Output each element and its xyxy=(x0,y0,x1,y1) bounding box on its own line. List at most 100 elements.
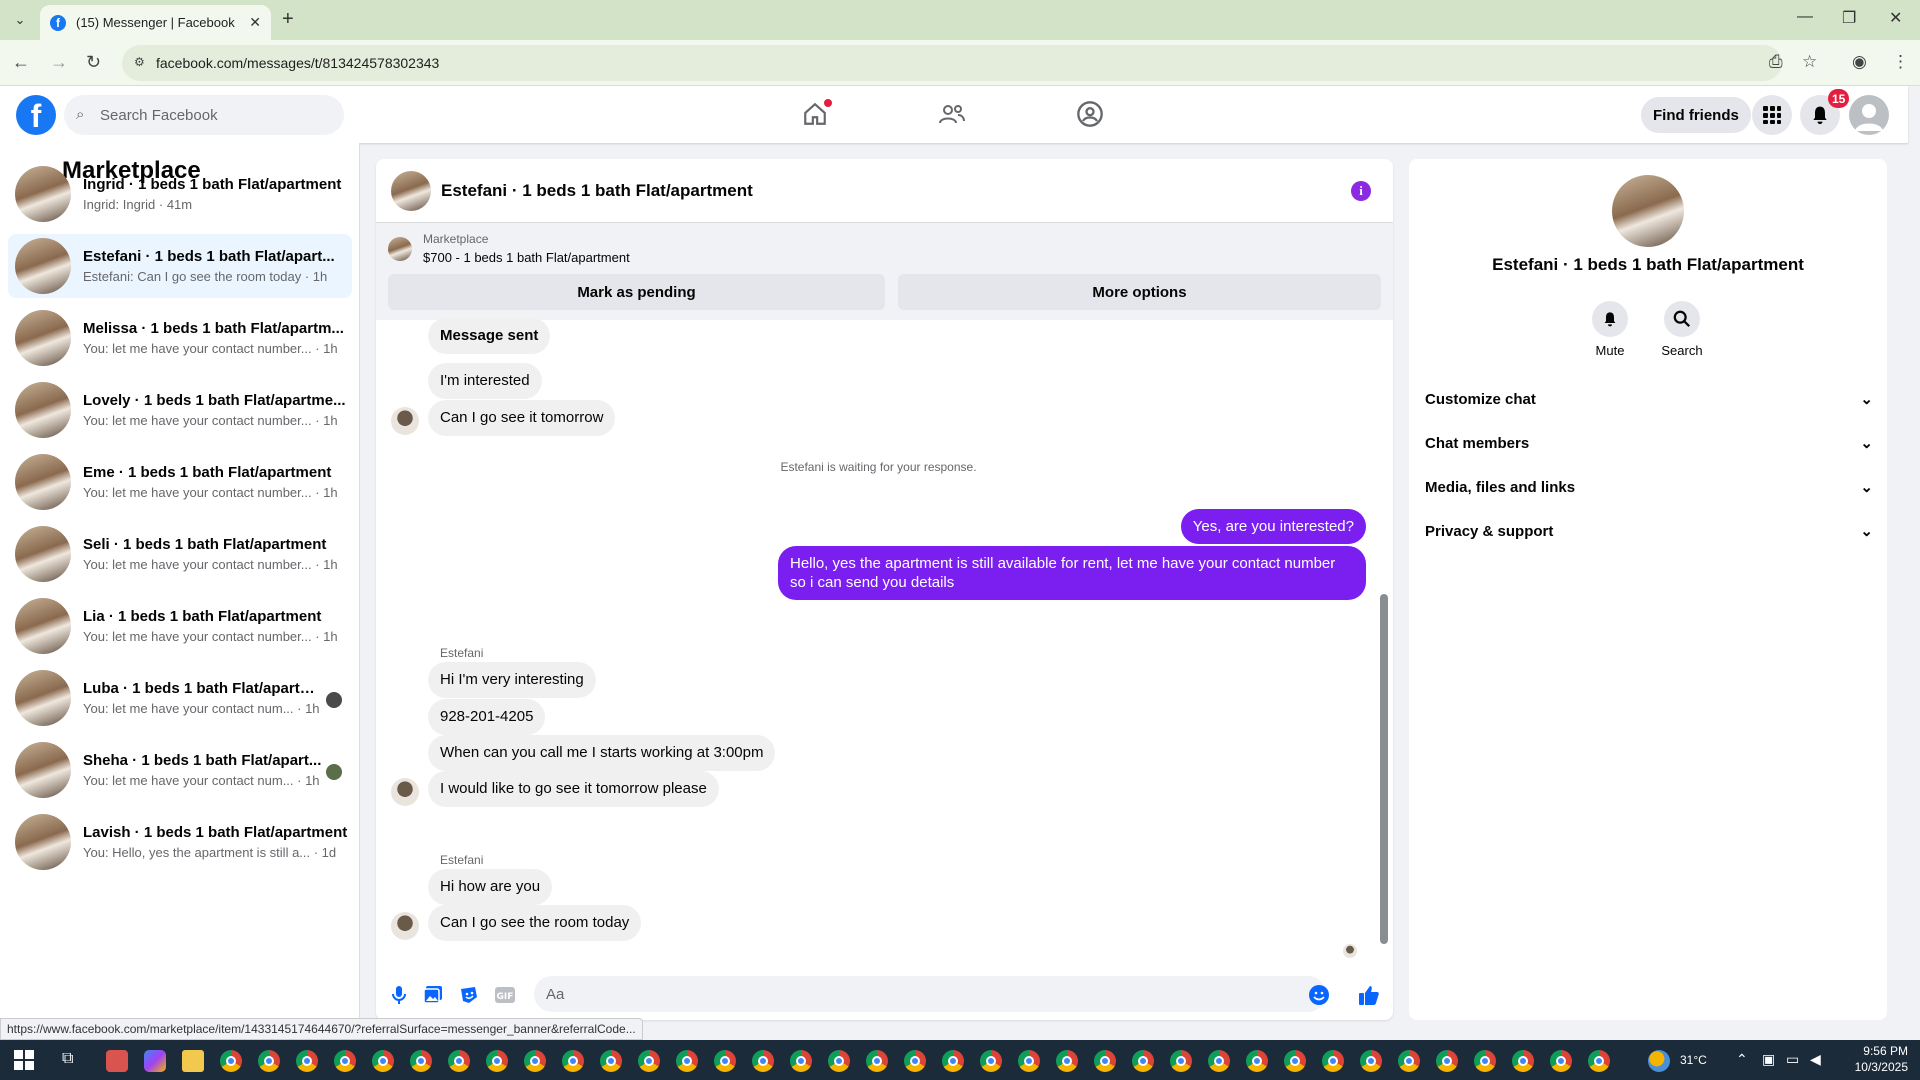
conversation-item[interactable]: Seli · 1 beds 1 bath Flat/apartment You: … xyxy=(8,522,352,586)
chrome-icon[interactable] xyxy=(1588,1050,1610,1072)
restore-icon[interactable]: ❐ xyxy=(1842,8,1856,28)
search-conversation-button[interactable]: Search xyxy=(1652,301,1712,358)
sticker-icon[interactable] xyxy=(458,984,480,1006)
chrome-icon[interactable] xyxy=(1512,1050,1534,1072)
copilot-icon[interactable] xyxy=(144,1050,166,1072)
tray-chevron-up-icon[interactable]: ⌃ xyxy=(1736,1051,1748,1068)
conversation-item[interactable]: Lovely · 1 beds 1 bath Flat/apartme... Yo… xyxy=(8,378,352,442)
task-view-icon[interactable]: ⧉ xyxy=(62,1050,84,1072)
taskbar-time[interactable]: 9:56 PM xyxy=(1842,1044,1908,1058)
chrome-icon[interactable] xyxy=(904,1050,926,1072)
conversation-item[interactable]: Lia · 1 beds 1 bath Flat/apartment You: l… xyxy=(8,594,352,658)
chrome-icon[interactable] xyxy=(752,1050,774,1072)
find-friends-button[interactable]: Find friends xyxy=(1641,97,1751,133)
chrome-icon[interactable] xyxy=(1094,1050,1116,1072)
chrome-icon[interactable] xyxy=(1360,1050,1382,1072)
chat-scrollbar[interactable] xyxy=(1380,594,1388,944)
chrome-icon[interactable] xyxy=(942,1050,964,1072)
file-explorer-icon[interactable] xyxy=(182,1050,204,1072)
search-input[interactable]: ⌕ Search Facebook xyxy=(64,95,344,135)
chrome-icon[interactable] xyxy=(1436,1050,1458,1072)
chrome-icon[interactable] xyxy=(1322,1050,1344,1072)
browser-menu-icon[interactable]: ⋮ xyxy=(1892,52,1909,72)
chrome-icon[interactable] xyxy=(220,1050,242,1072)
thumbs-up-icon[interactable] xyxy=(1358,984,1380,1006)
chrome-icon[interactable] xyxy=(448,1050,470,1072)
new-tab-icon[interactable]: + xyxy=(282,8,294,31)
close-tab-icon[interactable]: ✕ xyxy=(249,14,261,31)
weather-temp[interactable]: 31°C xyxy=(1680,1053,1707,1067)
network-icon[interactable]: ▭ xyxy=(1786,1051,1799,1068)
chrome-icon[interactable] xyxy=(258,1050,280,1072)
media-files-links-row[interactable]: Media, files and links ⌄ xyxy=(1425,469,1873,505)
reload-icon[interactable]: ↻ xyxy=(86,52,101,73)
windows-start-icon[interactable] xyxy=(14,1050,36,1072)
site-info-icon[interactable]: ⚙ xyxy=(134,55,148,69)
chrome-icon[interactable] xyxy=(676,1050,698,1072)
chrome-icon[interactable] xyxy=(714,1050,736,1072)
listing-thumbnail[interactable] xyxy=(388,237,412,261)
customize-chat-row[interactable]: Customize chat ⌄ xyxy=(1425,381,1873,417)
install-app-icon[interactable]: ⎙ xyxy=(1769,52,1783,72)
message-thread[interactable]: Message sent I'm interested Can I go see… xyxy=(376,318,1381,970)
info-icon[interactable]: i xyxy=(1351,181,1371,201)
mark-as-pending-button[interactable]: Mark as pending xyxy=(388,274,885,310)
chrome-icon[interactable] xyxy=(410,1050,432,1072)
conversation-item[interactable]: Lavish · 1 beds 1 bath Flat/apartment You… xyxy=(8,810,352,874)
chrome-icon[interactable] xyxy=(1398,1050,1420,1072)
menu-grid-icon[interactable] xyxy=(1752,95,1792,135)
chrome-icon[interactable] xyxy=(524,1050,546,1072)
microphone-icon[interactable] xyxy=(388,984,410,1006)
weather-icon[interactable] xyxy=(1648,1050,1670,1072)
conversation-item[interactable]: Eme · 1 beds 1 bath Flat/apartment You: l… xyxy=(8,450,352,514)
emoji-icon[interactable] xyxy=(1308,984,1330,1006)
chrome-icon[interactable] xyxy=(866,1050,888,1072)
chrome-icon[interactable] xyxy=(1018,1050,1040,1072)
chrome-icon[interactable] xyxy=(372,1050,394,1072)
chrome-icon[interactable] xyxy=(562,1050,584,1072)
chrome-icon[interactable] xyxy=(1170,1050,1192,1072)
close-window-icon[interactable]: ✕ xyxy=(1889,8,1902,28)
bookmark-star-icon[interactable]: ☆ xyxy=(1802,52,1817,72)
conversation-item[interactable]: Melissa · 1 beds 1 bath Flat/apartm... Yo… xyxy=(8,306,352,370)
chrome-icon[interactable] xyxy=(638,1050,660,1072)
chrome-icon[interactable] xyxy=(828,1050,850,1072)
chrome-icon[interactable] xyxy=(1550,1050,1572,1072)
chrome-icon[interactable] xyxy=(486,1050,508,1072)
chrome-icon[interactable] xyxy=(1056,1050,1078,1072)
chrome-icon[interactable] xyxy=(600,1050,622,1072)
more-options-button[interactable]: More options xyxy=(898,274,1381,310)
chrome-icon[interactable] xyxy=(1132,1050,1154,1072)
minimize-icon[interactable]: — xyxy=(1797,8,1813,26)
app-icon[interactable] xyxy=(106,1050,128,1072)
chrome-icon[interactable] xyxy=(790,1050,812,1072)
gif-icon[interactable]: GIF xyxy=(494,984,516,1006)
chrome-icon[interactable] xyxy=(1474,1050,1496,1072)
chrome-icon[interactable] xyxy=(296,1050,318,1072)
chat-title[interactable]: Estefani · 1 beds 1 bath Flat/apartment xyxy=(441,181,753,201)
volume-icon[interactable]: ◀ xyxy=(1810,1051,1821,1068)
chrome-icon[interactable] xyxy=(1208,1050,1230,1072)
photo-icon[interactable] xyxy=(422,984,444,1006)
tab-search-icon[interactable]: ⌄ xyxy=(8,8,32,32)
conversation-item[interactable]: Ingrid · 1 beds 1 bath Flat/apartment Ing… xyxy=(8,162,352,226)
friends-icon[interactable] xyxy=(932,98,972,130)
facebook-logo-icon[interactable]: f xyxy=(16,95,56,135)
chrome-icon[interactable] xyxy=(1246,1050,1268,1072)
banner-listing[interactable]: $700 - 1 beds 1 bath Flat/apartment xyxy=(423,250,630,265)
chrome-icon[interactable] xyxy=(980,1050,1002,1072)
privacy-support-row[interactable]: Privacy & support ⌄ xyxy=(1425,513,1873,549)
conversation-item[interactable]: Estefani · 1 beds 1 bath Flat/apart... Es… xyxy=(8,234,352,298)
groups-icon[interactable] xyxy=(1070,98,1110,130)
taskbar-date[interactable]: 10/3/2025 xyxy=(1842,1060,1908,1074)
forward-icon[interactable]: → xyxy=(50,52,68,73)
back-icon[interactable]: ← xyxy=(12,52,30,73)
browser-tab[interactable]: f (15) Messenger | Facebook ✕ xyxy=(40,5,271,40)
chat-avatar[interactable] xyxy=(391,170,431,211)
contact-avatar[interactable] xyxy=(1612,175,1684,247)
profile-icon[interactable]: ◉ xyxy=(1852,52,1867,72)
chrome-icon[interactable] xyxy=(1284,1050,1306,1072)
mute-button[interactable]: Mute xyxy=(1580,301,1640,358)
account-avatar[interactable] xyxy=(1849,95,1889,135)
address-bar[interactable]: ⚙ facebook.com/messages/t/81342457830234… xyxy=(122,45,1782,81)
